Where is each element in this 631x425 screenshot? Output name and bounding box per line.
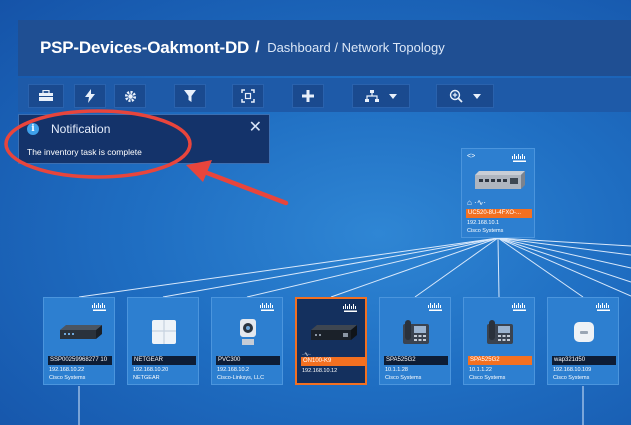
device-node[interactable]: PVC300 192.168.10.2 Cisco-Linksys, LLC [211,297,283,385]
notification-panel: i Notification ✕ The inventory task is c… [18,114,270,164]
device-name: SPA525G2 [384,356,448,365]
root-device-node[interactable]: <> ⌂ ·∿· UC520-8U-4FXO-... 192.168.10.1 … [461,148,535,238]
device-name: ON100-K9 [301,357,365,366]
device-node[interactable]: wap321d50 192.168.10.109 Cisco Systems [547,297,619,385]
layout-dropdown[interactable] [352,84,410,108]
device-ip: 192.168.10.22 [49,367,85,373]
device-vendor: Cisco-Linksys, LLC [217,375,265,381]
device-code-icon: <> [467,153,476,160]
device-ip: 192.168.10.12 [302,368,338,374]
device-ip: 192.168.10.109 [553,367,592,373]
ip-phone-icon [487,320,513,344]
zoom-dropdown[interactable] [436,84,494,108]
toolbox-icon [39,90,53,101]
page-title: PSP-Devices-Oakmont-DD [40,38,250,57]
device-status-icons: ⌂ ·∿· [467,198,487,207]
cisco-logo-icon [260,303,274,311]
cisco-logo-icon [596,303,610,311]
device-vendor: Cisco Systems [49,375,86,381]
access-point-icon [574,322,594,342]
device-name: SSP00259968277 10 [48,356,112,365]
settings-button[interactable] [114,84,146,108]
camera-image [212,312,284,352]
device-name: SPA525G2 [468,356,532,365]
zoom-in-icon [449,89,463,103]
notification-message: The inventory task is complete [27,147,142,157]
filter-icon [184,89,196,102]
device-name: wap321d50 [552,356,616,365]
switch-icon [60,325,102,339]
camera-icon [240,319,256,345]
lightning-icon [85,89,95,103]
plus-icon [302,90,314,102]
device-name: UC520-8U-4FXO-... [466,209,532,218]
phone-image [380,312,452,352]
device-name: PVC300 [216,356,280,365]
toolbox-button[interactable] [28,84,64,108]
device-ip: 10.1.1.22 [469,367,492,373]
cisco-logo-icon [428,303,442,311]
page-header: PSP-Devices-Oakmont-DD / Dashboard / Net… [18,20,631,76]
breadcrumb-path[interactable]: Dashboard / Network Topology [267,40,445,55]
device-ip: 192.168.10.1 [467,220,500,226]
device-vendor: Cisco Systems [469,375,506,381]
device-node-selected[interactable]: ·∿· ON100-K9 192.168.10.12 [295,297,367,385]
router-image [462,163,536,199]
breadcrumb-separator: / [255,39,260,56]
chevron-down-icon [389,93,397,99]
close-icon[interactable]: ✕ [249,117,262,137]
filter-button[interactable] [174,84,206,108]
access-point-image [548,312,620,352]
device-name: NETGEAR [132,356,196,365]
router-icon [475,171,525,189]
storage-box-icon [152,320,176,344]
cisco-logo-icon [92,303,106,311]
actions-button[interactable] [74,84,106,108]
topology-toolbar [18,78,631,112]
device-vendor: Cisco Systems [553,375,590,381]
device-vendor: Cisco Systems [467,228,504,234]
phone-image [464,312,536,352]
device-node[interactable]: SSP00259968277 10 192.168.10.22 Cisco Sy… [43,297,115,385]
fit-screen-icon [241,89,255,103]
device-node[interactable]: SPA525G2 10.1.1.28 Cisco Systems [379,297,451,385]
switch-image [44,312,116,352]
info-icon: i [27,123,39,135]
cisco-logo-icon [512,303,526,311]
device-node[interactable]: SPA525G2 10.1.1.22 Cisco Systems [463,297,535,385]
device-ip: 192.168.10.20 [133,367,169,373]
device-ip: 10.1.1.28 [385,367,408,373]
layout-tree-icon [365,90,379,102]
fit-to-screen-button[interactable] [232,84,264,108]
device-node[interactable]: NETGEAR 192.168.10.20 NETGEAR [127,297,199,385]
appliance-icon [311,325,357,340]
cisco-logo-icon [512,154,526,162]
notification-title: Notification [51,122,111,136]
appliance-image [297,313,369,353]
netgear-image [128,312,200,352]
ip-phone-icon [403,320,429,344]
breadcrumb: / Dashboard / Network Topology [255,39,445,57]
device-vendor: Cisco Systems [385,375,422,381]
chevron-down-icon [473,93,481,99]
device-ip: 192.168.10.2 [217,367,250,373]
add-device-button[interactable] [292,84,324,108]
device-vendor: NETGEAR [133,375,160,381]
cisco-logo-icon [343,304,357,312]
gear-icon [124,90,136,102]
